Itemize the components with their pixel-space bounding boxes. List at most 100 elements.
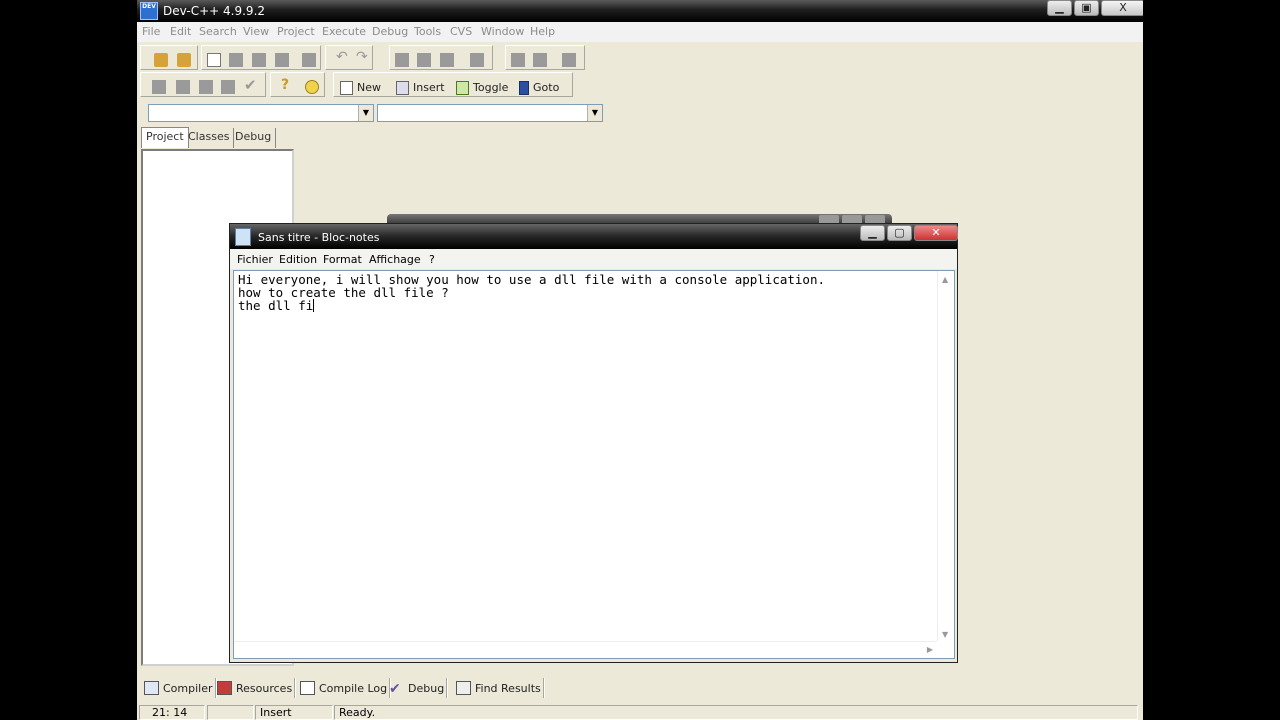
- devcpp-minimize-button[interactable]: ▁: [1047, 0, 1072, 16]
- notepad-menu-help[interactable]: ?: [429, 253, 435, 266]
- menu-debug[interactable]: Debug: [372, 25, 408, 38]
- add-to-project-icon[interactable]: [511, 53, 525, 67]
- notepad-title: Sans titre - Bloc-notes: [258, 231, 380, 244]
- redo-icon[interactable]: ↷: [356, 49, 370, 65]
- tab-compiler-label: Compiler: [163, 681, 213, 695]
- notepad-text-area[interactable]: Hi everyone, i will show you how to use …: [233, 270, 955, 659]
- scroll-up-icon[interactable]: ▲: [942, 275, 948, 284]
- tab-debug-output-label: Debug: [408, 681, 445, 695]
- text-line-3-content: the dll fi: [238, 298, 314, 313]
- toolbar-panel-bookmarks: New Insert Toggle Goto: [333, 72, 573, 97]
- toggle-bookmark-icon: [456, 80, 469, 95]
- toggle-button[interactable]: Toggle: [456, 79, 508, 96]
- devcpp-titlebar[interactable]: DEV Dev-C++ 4.9.9.2 ▁ ▣ X: [137, 0, 1143, 22]
- menu-cvs[interactable]: CVS: [450, 25, 472, 38]
- goto-button[interactable]: Goto: [519, 79, 559, 96]
- undo-icon[interactable]: ↶: [336, 49, 350, 65]
- toolbar-row-2: ✔ ? New Insert Toggle Goto: [137, 70, 637, 98]
- save-file-icon[interactable]: [252, 53, 266, 67]
- bottom-tabs: Compiler Resources Compile Log ✔ Debug F…: [137, 676, 1143, 700]
- tab-debug[interactable]: Debug: [231, 128, 277, 148]
- find-icon[interactable]: [395, 53, 409, 67]
- insert-icon: [396, 80, 409, 95]
- help-icon[interactable]: ?: [281, 77, 295, 93]
- goto-button-label: Goto: [533, 81, 560, 94]
- member-combo-dropdown-icon[interactable]: ▼: [587, 105, 602, 121]
- notepad-window: Sans titre - Bloc-notes ▁ ▢ ✕ Fichier Ed…: [229, 223, 958, 663]
- tab-project[interactable]: Project: [141, 127, 189, 148]
- toolbar-row-1: ↶ ↷: [137, 43, 637, 71]
- devcpp-menubar: File Edit Search View Project Execute De…: [137, 22, 1143, 42]
- find-next-icon[interactable]: [440, 53, 454, 67]
- checkmark-icon[interactable]: ✔: [244, 76, 258, 94]
- debug-check-icon: ✔: [389, 681, 401, 697]
- new-file-icon[interactable]: [207, 53, 221, 67]
- tab-find-results-label: Find Results: [475, 681, 541, 695]
- menu-file[interactable]: File: [142, 25, 160, 38]
- tab-debug-output[interactable]: ✔ Debug: [389, 678, 449, 698]
- compile-icon[interactable]: [152, 80, 166, 94]
- save-all-icon[interactable]: [275, 53, 289, 67]
- notepad-menu-format[interactable]: Format: [323, 253, 362, 266]
- menu-view[interactable]: View: [243, 25, 269, 38]
- tab-compile-log[interactable]: Compile Log: [300, 678, 392, 698]
- compile-run-icon[interactable]: [199, 80, 213, 94]
- class-combo-dropdown-icon[interactable]: ▼: [358, 105, 373, 121]
- horizontal-scrollbar[interactable]: ▶: [234, 641, 937, 658]
- tab-compile-log-label: Compile Log: [319, 681, 388, 695]
- new-button-label: New: [357, 81, 381, 94]
- class-combo[interactable]: ▼: [148, 104, 374, 122]
- menu-window[interactable]: Window: [481, 25, 524, 38]
- run-icon[interactable]: [176, 80, 190, 94]
- menu-search[interactable]: Search: [199, 25, 237, 38]
- resources-icon: [217, 681, 232, 695]
- text-caret: [313, 299, 315, 312]
- notepad-minimize-button[interactable]: ▁: [860, 225, 885, 241]
- menu-project[interactable]: Project: [277, 25, 315, 38]
- print-icon[interactable]: [302, 53, 316, 67]
- open-file-icon[interactable]: [229, 53, 243, 67]
- project-open-icon[interactable]: [154, 53, 168, 67]
- tab-classes[interactable]: Classes: [184, 128, 235, 148]
- tab-resources[interactable]: Resources: [217, 678, 297, 698]
- notepad-maximize-button[interactable]: ▢: [887, 225, 912, 241]
- rebuild-all-icon[interactable]: [221, 80, 235, 94]
- vertical-scrollbar[interactable]: ▲ ▼: [937, 271, 954, 641]
- tab-compiler[interactable]: Compiler: [144, 678, 217, 698]
- scroll-right-icon[interactable]: ▶: [927, 645, 933, 654]
- compile-log-icon: [300, 681, 315, 695]
- member-combo[interactable]: ▼: [377, 104, 603, 122]
- notepad-menubar: Fichier Edition Format Affichage ?: [230, 249, 957, 269]
- notepad-icon: [235, 228, 251, 246]
- toolbar-panel-search: [389, 45, 493, 70]
- status-insert-mode: Insert: [255, 705, 333, 720]
- goto-line-icon[interactable]: [470, 53, 484, 67]
- notepad-close-button[interactable]: ✕: [914, 225, 958, 241]
- status-message: Ready.: [334, 705, 1138, 720]
- project-options-icon[interactable]: [562, 53, 576, 67]
- toolbar-panel-undo: ↶ ↷: [325, 45, 373, 70]
- notepad-menu-fichier[interactable]: Fichier: [237, 253, 273, 266]
- notepad-menu-edition[interactable]: Edition: [279, 253, 317, 266]
- menu-help[interactable]: Help: [530, 25, 555, 38]
- menu-execute[interactable]: Execute: [322, 25, 366, 38]
- about-smiley-icon[interactable]: [305, 80, 319, 94]
- devcpp-restore-button[interactable]: ▣: [1074, 0, 1099, 16]
- remove-from-project-icon[interactable]: [533, 53, 547, 67]
- menu-edit[interactable]: Edit: [170, 25, 191, 38]
- notepad-menu-affichage[interactable]: Affichage: [369, 253, 421, 266]
- devcpp-title: Dev-C++ 4.9.9.2: [163, 4, 266, 18]
- devcpp-statusbar: 21: 14 Insert Ready.: [137, 704, 1143, 720]
- toolbar-panel-project: [140, 45, 198, 70]
- project-close-icon[interactable]: [177, 53, 191, 67]
- new-icon: [340, 80, 353, 95]
- insert-button[interactable]: Insert: [396, 79, 445, 96]
- tab-find-results[interactable]: Find Results: [456, 678, 545, 698]
- devcpp-close-button[interactable]: X: [1101, 0, 1143, 16]
- scroll-down-icon[interactable]: ▼: [942, 630, 948, 639]
- notepad-titlebar[interactable]: Sans titre - Bloc-notes ▁ ▢ ✕: [230, 224, 958, 249]
- status-modified: [207, 705, 254, 720]
- new-button[interactable]: New: [340, 79, 381, 96]
- replace-icon[interactable]: [417, 53, 431, 67]
- menu-tools[interactable]: Tools: [414, 25, 441, 38]
